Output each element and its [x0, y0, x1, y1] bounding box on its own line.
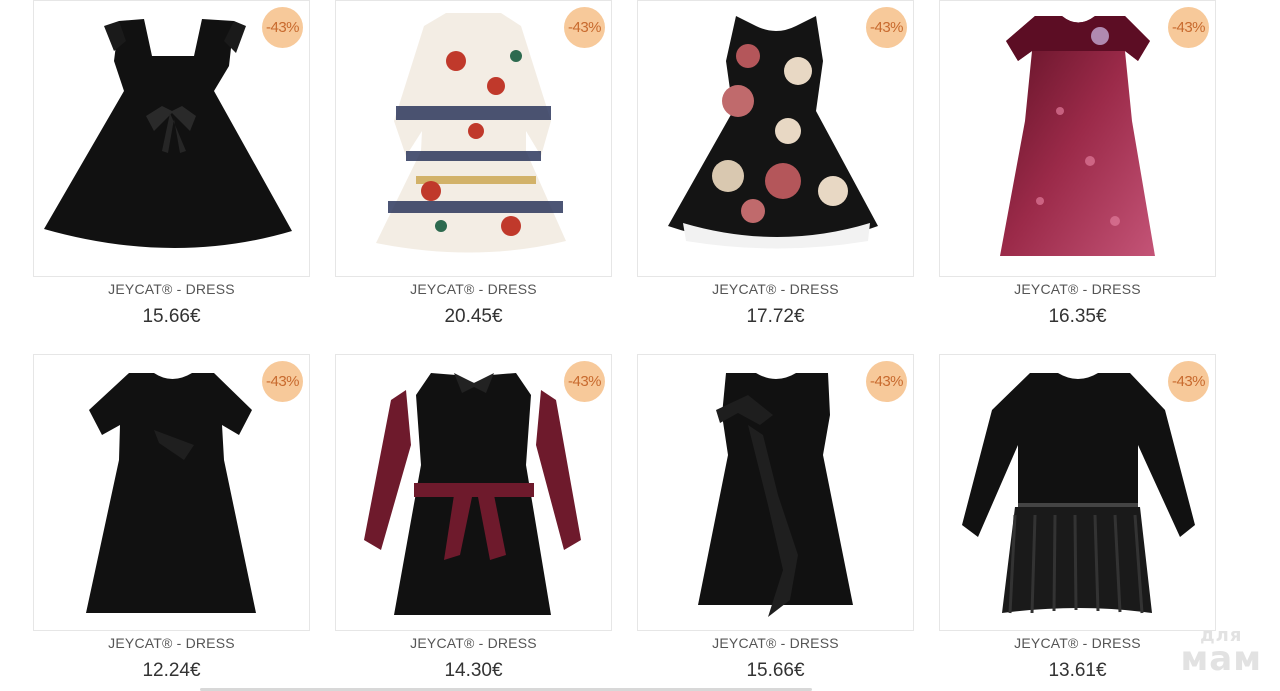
product-name[interactable]: JEYCAT® - DRESS: [939, 635, 1216, 651]
product-price: 13.61€: [1048, 660, 1107, 681]
product-name[interactable]: JEYCAT® - DRESS: [939, 281, 1216, 297]
product-price: 12.24€: [142, 660, 201, 681]
discount-badge: -43%: [262, 7, 303, 48]
product-name[interactable]: JEYCAT® - DRESS: [637, 281, 914, 297]
product-name[interactable]: JEYCAT® - DRESS: [33, 635, 310, 651]
discount-badge: -43%: [866, 361, 907, 402]
product-image[interactable]: -43%: [335, 0, 612, 277]
product-price: 15.66€: [746, 660, 805, 681]
discount-badge: -43%: [564, 7, 605, 48]
product-image[interactable]: -43%: [637, 354, 914, 631]
product-image[interactable]: -43%: [637, 0, 914, 277]
discount-badge: -43%: [866, 7, 907, 48]
discount-badge: -43%: [1168, 361, 1209, 402]
watermark-line2: мам: [1180, 639, 1262, 680]
product-name[interactable]: JEYCAT® - DRESS: [637, 635, 914, 651]
product-image[interactable]: -43%: [939, 0, 1216, 277]
discount-badge: -43%: [564, 361, 605, 402]
product-image[interactable]: -43%: [33, 354, 310, 631]
product-name[interactable]: JEYCAT® - DRESS: [33, 281, 310, 297]
product-image[interactable]: -43%: [33, 0, 310, 277]
product-price: 20.45€: [444, 306, 503, 327]
product-name[interactable]: JEYCAT® - DRESS: [335, 635, 612, 651]
product-grid: -43% JEYCAT® - DRESS 15.66€ -43% JEYCAT®…: [0, 0, 1280, 691]
product-price: 14.30€: [444, 660, 503, 681]
product-name[interactable]: JEYCAT® - DRESS: [335, 281, 612, 297]
product-image[interactable]: -43%: [335, 354, 612, 631]
product-price: 16.35€: [1048, 306, 1107, 327]
product-price: 17.72€: [746, 306, 805, 327]
discount-badge: -43%: [1168, 7, 1209, 48]
product-price: 15.66€: [142, 306, 201, 327]
product-image[interactable]: -43%: [939, 354, 1216, 631]
discount-badge: -43%: [262, 361, 303, 402]
watermark-logo: для мам: [1180, 627, 1262, 680]
